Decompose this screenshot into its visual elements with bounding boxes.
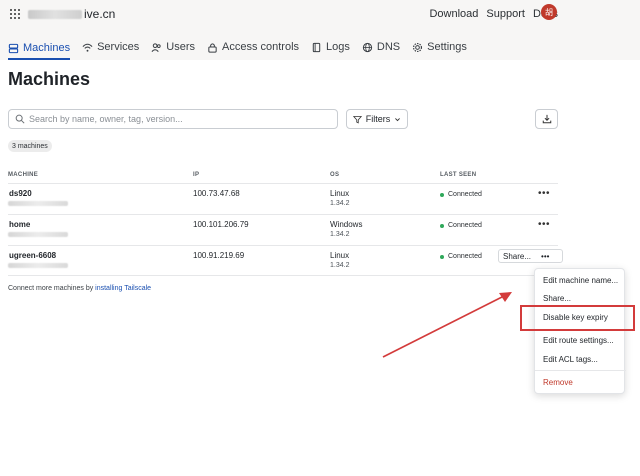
menu-item-edit-route-settings[interactable]: Edit route settings... bbox=[543, 336, 614, 345]
tab-settings[interactable]: Settings bbox=[412, 36, 467, 56]
tab-services[interactable]: Services bbox=[82, 36, 139, 56]
support-link[interactable]: Support bbox=[486, 8, 525, 20]
status-dot bbox=[440, 192, 444, 197]
status-text: Connected bbox=[448, 191, 482, 198]
tab-access-controls[interactable]: Access controls bbox=[207, 36, 299, 56]
top-links: Download Support Docs bbox=[429, 8, 558, 20]
chevron-down-icon bbox=[395, 117, 401, 121]
column-header-last-seen[interactable]: LAST SEEN bbox=[440, 172, 476, 178]
filter-icon bbox=[352, 115, 362, 124]
machine-count-badge: 3 machines bbox=[8, 140, 52, 152]
tab-label: DNS bbox=[376, 41, 401, 53]
top-bar: ive.cn Download Support Docs 胡 Machines … bbox=[0, 0, 640, 60]
search-input[interactable] bbox=[29, 114, 329, 124]
last-seen-status: Connected bbox=[440, 191, 482, 198]
table-row[interactable]: ds920 100.73.47.68 Linux 1.34.2 Connecte… bbox=[8, 183, 558, 214]
menu-divider bbox=[535, 370, 626, 371]
machine-version: 1.34.2 bbox=[330, 262, 350, 269]
search-icon bbox=[15, 114, 25, 124]
globe-icon bbox=[362, 42, 373, 52]
book-icon bbox=[312, 42, 321, 52]
tab-label: Logs bbox=[326, 41, 350, 53]
column-header-ip[interactable]: IP bbox=[193, 172, 199, 178]
annotation-highlight-box bbox=[520, 305, 635, 331]
share-label: Share... bbox=[503, 251, 532, 261]
machine-name[interactable]: ds920 bbox=[9, 189, 32, 198]
machine-name[interactable]: ugreen-6608 bbox=[9, 251, 56, 260]
machine-os: Linux bbox=[330, 251, 350, 260]
brand[interactable]: ive.cn bbox=[10, 7, 115, 21]
menu-item-edit-machine-name[interactable]: Edit machine name... bbox=[543, 276, 618, 285]
machine-actions-menu: Edit machine name... Share... Disable ke… bbox=[534, 268, 626, 394]
machine-os: Windows bbox=[330, 220, 363, 229]
share-button[interactable]: Share... ••• bbox=[498, 249, 563, 263]
avatar[interactable]: 胡 bbox=[541, 4, 557, 20]
nav-tabs: Machines Services Users Access controls … bbox=[0, 36, 640, 60]
download-link[interactable]: Download bbox=[429, 8, 478, 20]
tailscale-logo-icon bbox=[10, 9, 20, 19]
tab-dns[interactable]: DNS bbox=[362, 36, 400, 56]
filters-label: Filters bbox=[365, 114, 391, 124]
redacted-owner bbox=[8, 263, 68, 268]
tab-users[interactable]: Users bbox=[151, 36, 195, 56]
machine-os: Linux bbox=[330, 189, 350, 198]
page-title: Machines bbox=[8, 69, 91, 89]
status-text: Connected bbox=[448, 222, 482, 229]
machine-ip[interactable]: 100.73.47.68 bbox=[193, 189, 240, 198]
users-icon bbox=[151, 42, 161, 52]
column-header-machine[interactable]: MACHINE bbox=[8, 172, 38, 178]
tab-machines[interactable]: Machines bbox=[8, 36, 71, 60]
more-actions-button[interactable]: ••• bbox=[541, 252, 549, 261]
tab-label: Services bbox=[97, 41, 140, 53]
machines-icon bbox=[8, 43, 19, 53]
machine-ip[interactable]: 100.101.206.79 bbox=[193, 220, 249, 229]
machine-version: 1.34.2 bbox=[330, 200, 350, 207]
redacted-owner bbox=[8, 201, 68, 206]
redacted-domain bbox=[28, 9, 82, 19]
redacted-owner bbox=[8, 232, 68, 237]
status-dot bbox=[440, 254, 444, 259]
more-actions-button[interactable]: ••• bbox=[538, 188, 550, 199]
menu-item-remove[interactable]: Remove bbox=[543, 378, 573, 387]
machine-ip[interactable]: 100.91.219.69 bbox=[193, 251, 244, 260]
brand-domain: ive.cn bbox=[84, 7, 116, 21]
export-button[interactable] bbox=[535, 109, 558, 129]
status-text: Connected bbox=[448, 253, 482, 260]
gear-icon bbox=[413, 42, 423, 52]
tab-logs[interactable]: Logs bbox=[311, 36, 350, 56]
column-header-os[interactable]: OS bbox=[330, 172, 339, 178]
download-icon bbox=[542, 114, 551, 124]
connect-note-text: Connect more machines by bbox=[8, 285, 96, 292]
search-box[interactable] bbox=[8, 109, 338, 129]
machine-name[interactable]: home bbox=[9, 220, 30, 229]
more-actions-button[interactable]: ••• bbox=[538, 219, 550, 230]
tab-label: Settings bbox=[427, 41, 467, 53]
install-tailscale-link[interactable]: installing Tailscale bbox=[95, 285, 151, 292]
tab-label: Access controls bbox=[222, 41, 300, 53]
filters-button[interactable]: Filters bbox=[346, 109, 408, 129]
wifi-icon bbox=[82, 43, 93, 52]
menu-item-edit-acl-tags[interactable]: Edit ACL tags... bbox=[543, 355, 598, 364]
status-dot bbox=[440, 223, 444, 228]
menu-item-share[interactable]: Share... bbox=[543, 294, 571, 303]
table-row[interactable]: ugreen-6608 100.91.219.69 Linux 1.34.2 C… bbox=[8, 245, 563, 276]
last-seen-status: Connected bbox=[440, 253, 482, 260]
tab-label: Users bbox=[166, 41, 195, 53]
connect-note: Connect more machines by installing Tail… bbox=[8, 285, 151, 292]
tab-label: Machines bbox=[23, 42, 71, 54]
machine-version: 1.34.2 bbox=[330, 231, 350, 238]
lock-icon bbox=[208, 42, 217, 53]
table-row[interactable]: home 100.101.206.79 Windows 1.34.2 Conne… bbox=[8, 214, 558, 245]
last-seen-status: Connected bbox=[440, 222, 482, 229]
